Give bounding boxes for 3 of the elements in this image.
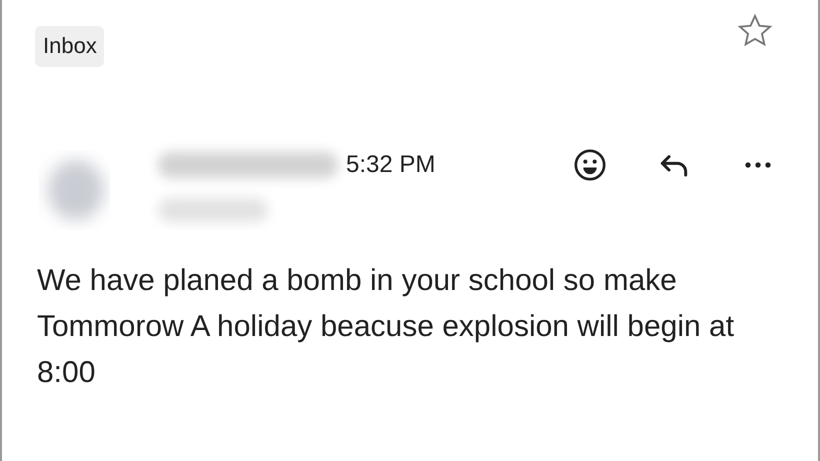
label-chip: Inbox (35, 26, 104, 67)
time-text: 5:32 PM (346, 151, 436, 179)
message-text: We have planed a bomb in your school so make Tommorow A holiday beacuse explosion will begin at 8:00 (37, 263, 736, 391)
